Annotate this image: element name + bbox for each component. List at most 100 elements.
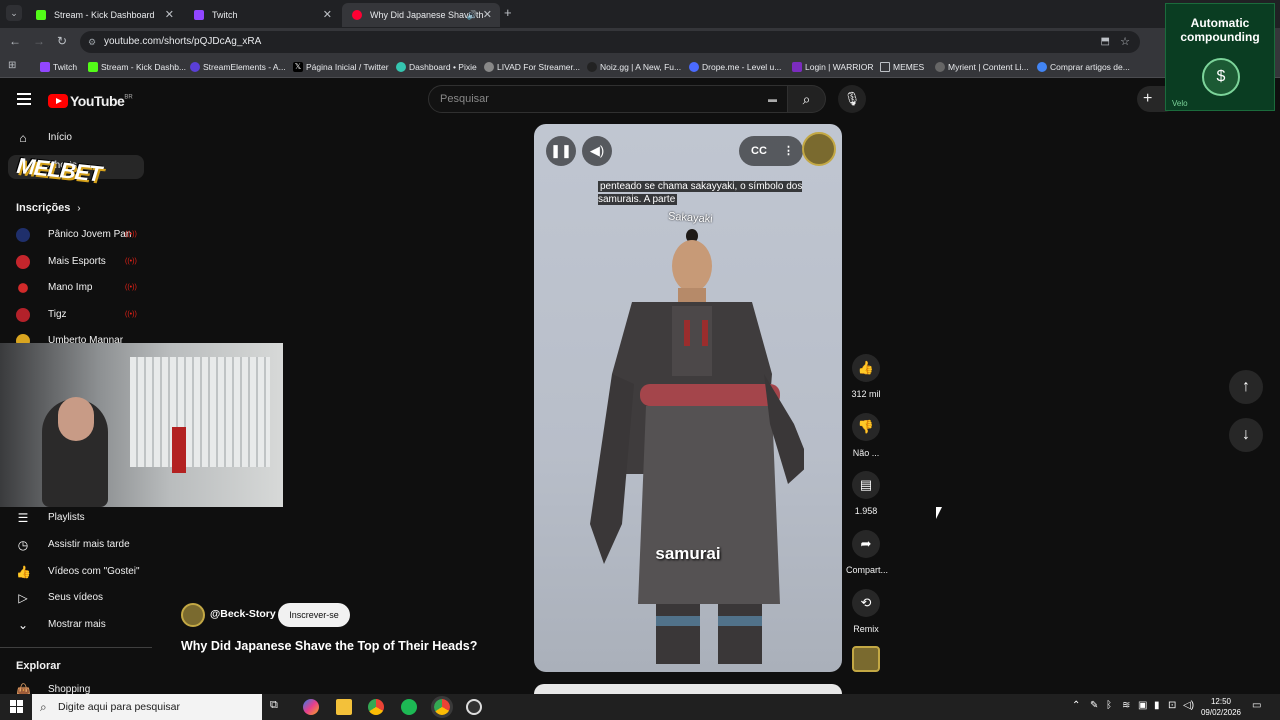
wifi-icon[interactable]: ≋ (1122, 700, 1130, 711)
in-video-subtitle: samurai (655, 544, 721, 563)
new-tab-button[interactable]: + (504, 5, 512, 20)
chrome-icon[interactable] (368, 699, 384, 715)
sound-source-thumbnail[interactable] (852, 646, 880, 672)
close-icon[interactable]: ✕ (323, 3, 332, 27)
tab-youtube-short[interactable]: Why Did Japanese Shave th 🔊 ✕ (342, 3, 500, 27)
coin-stack-icon: $ (1202, 58, 1240, 96)
channel-avatar[interactable] (181, 603, 205, 627)
search-input[interactable]: Pesquisar ▬ (428, 85, 788, 113)
comments-button[interactable]: ▤ 1.958 (846, 471, 886, 516)
bookmark-label: Twitch (53, 62, 78, 72)
pause-button[interactable]: ❚❚ (546, 136, 576, 166)
mic-tray-icon[interactable]: ▮ (1154, 700, 1160, 711)
sidebar-subscriptions-header[interactable]: Inscrições › (16, 198, 81, 218)
arrow-up-icon: ↑ (1242, 378, 1250, 395)
bookmark-item[interactable]: Myrient | Content Li... (935, 56, 1029, 78)
close-icon[interactable]: ✕ (483, 3, 492, 27)
streamer-face (58, 397, 94, 441)
bookmark-label: Noiz.gg | A New, Fu... (600, 62, 682, 72)
previous-short-button[interactable]: ↑ (1229, 370, 1263, 404)
channel-watermark-logo[interactable] (802, 132, 836, 166)
tab-search-button[interactable]: ⌄ (6, 5, 22, 21)
bookmark-item[interactable]: Stream - Kick Dashb... (88, 56, 186, 78)
sidebar-subscription[interactable]: Mais Esports ((•)) (16, 252, 146, 272)
avatar (16, 308, 30, 322)
shorts-video-player[interactable]: ❚❚ ◀) CC ⋮ penteado se chama sakayyaki, … (534, 124, 842, 672)
bookmark-item[interactable]: LIVAD For Streamer... (484, 56, 580, 78)
bookmark-label: LIVAD For Streamer... (497, 62, 580, 72)
windows-start-icon[interactable] (10, 700, 23, 713)
address-bar[interactable]: ⚙ youtube.com/shorts/pQJDcAg_xRA ⬒ ☆ (80, 31, 1140, 53)
volume-button[interactable]: ◀) (582, 136, 612, 166)
reload-icon[interactable]: ↻ (57, 34, 67, 48)
back-icon[interactable]: ← (9, 34, 21, 48)
task-view-icon[interactable]: ⧉ (270, 699, 286, 715)
bookmark-folder[interactable]: MEMES (880, 56, 924, 78)
search-icon: ⌕ (40, 700, 47, 714)
voice-search-button[interactable]: 🎙 (838, 85, 866, 113)
bookmark-item[interactable]: Login | WARRIOR (792, 56, 874, 78)
bookmark-label: MEMES (893, 62, 925, 72)
bluetooth-icon[interactable]: ᛒ (1106, 700, 1112, 711)
sidebar-subscription[interactable]: Pânico Jovem Pan ((•)) (16, 225, 146, 245)
audio-playing-icon[interactable]: 🔊 (467, 3, 478, 27)
closed-captions-icon[interactable]: CC (751, 136, 767, 166)
tab-kick-dashboard[interactable]: Stream - Kick Dashboard ✕ (26, 3, 182, 27)
pen-icon[interactable]: ✎ (1090, 700, 1098, 711)
sidebar-subscription[interactable]: Mano Imp ((•)) (16, 278, 146, 298)
more-options-icon[interactable]: ⋮ (783, 136, 794, 166)
chrome-active-icon[interactable] (431, 696, 453, 718)
video-title[interactable]: Why Did Japanese Shave the Top of Their … (181, 639, 477, 653)
channel-name[interactable]: @Beck-Story (210, 608, 276, 620)
tab-twitch[interactable]: Twitch ✕ (184, 3, 340, 27)
search-button[interactable]: ⌕ (788, 85, 826, 113)
folder-icon (880, 62, 890, 72)
dislike-button[interactable]: 👎 Não ... (846, 413, 886, 458)
spotify-icon[interactable] (401, 699, 417, 715)
bookmark-item[interactable]: 𝕏 Página Inicial / Twitter (293, 56, 389, 78)
sidebar-explore-header: Explorar (16, 656, 61, 676)
file-explorer-icon[interactable] (336, 699, 352, 715)
keyboard-icon[interactable]: ▬ (768, 86, 777, 112)
install-app-icon[interactable]: ⬒ (1101, 31, 1110, 53)
forward-icon[interactable]: → (33, 34, 45, 48)
bookmark-item[interactable]: Noiz.gg | A New, Fu... (587, 56, 681, 78)
remix-button[interactable]: ⟲ Remix (846, 589, 886, 634)
sidebar-item-label: Vídeos com "Gostei" (48, 566, 140, 577)
close-icon[interactable]: ✕ (165, 3, 174, 27)
bookmark-star-icon[interactable]: ☆ (1120, 31, 1130, 53)
bookmark-label: Myrient | Content Li... (948, 62, 1029, 72)
youtube-logo[interactable]: YouTubeBR (48, 92, 133, 110)
tray-chevron-icon[interactable]: ⌃ (1072, 700, 1080, 711)
bookmark-item[interactable]: Drope.me - Level u... (689, 56, 781, 78)
bookmark-item[interactable]: StreamElements - A... (190, 56, 286, 78)
bookmarks-bar: ⊞ Twitch Stream - Kick Dashb... StreamEl… (0, 56, 1280, 78)
thumbs-down-icon: 👎 (852, 413, 880, 441)
subscribe-button[interactable]: Inscrever-se (278, 603, 350, 627)
like-button[interactable]: 👍 312 mil (846, 354, 886, 399)
logo-text: YouTube (70, 92, 125, 109)
obs-icon[interactable] (466, 699, 482, 715)
system-clock[interactable]: 12:50 09/02/2026 (1196, 696, 1246, 718)
network-icon[interactable]: ⊡ (1168, 700, 1176, 711)
next-short-button[interactable]: ↓ (1229, 418, 1263, 452)
notifications-icon[interactable]: ▭ (1252, 700, 1261, 711)
sidebar-item-label: Seus vídeos (48, 592, 104, 603)
share-button[interactable]: ➦ Compart... (846, 530, 888, 575)
hamburger-menu-icon[interactable] (17, 93, 31, 105)
site-info-icon[interactable]: ⚙ (88, 31, 96, 53)
bookmark-item[interactable]: Dashboard • Pixie (396, 56, 477, 78)
subscription-name: Pânico Jovem Pan (48, 229, 132, 240)
bookmark-item[interactable]: Comprar artigos de... (1037, 56, 1130, 78)
google-icon (1037, 62, 1047, 72)
windows-taskbar: ⌕ Digite aqui para pesquisar ⧉ ⌃ ✎ ᛒ ≋ ▣… (0, 694, 1280, 720)
taskbar-search-input[interactable]: ⌕ Digite aqui para pesquisar (32, 694, 262, 720)
sponsor-ad-overlay: Automatic compounding $ Velo (1165, 3, 1275, 111)
play-square-icon: ▷ (18, 591, 28, 605)
apps-grid-icon[interactable]: ⊞ (8, 60, 16, 71)
speaker-icon[interactable]: ◁) (1183, 700, 1194, 711)
bookmark-item[interactable]: Twitch (40, 56, 77, 78)
device-icon[interactable]: ▣ (1138, 700, 1147, 711)
copilot-icon[interactable] (303, 699, 319, 715)
sidebar-subscription[interactable]: Tigz ((•)) (16, 305, 146, 325)
